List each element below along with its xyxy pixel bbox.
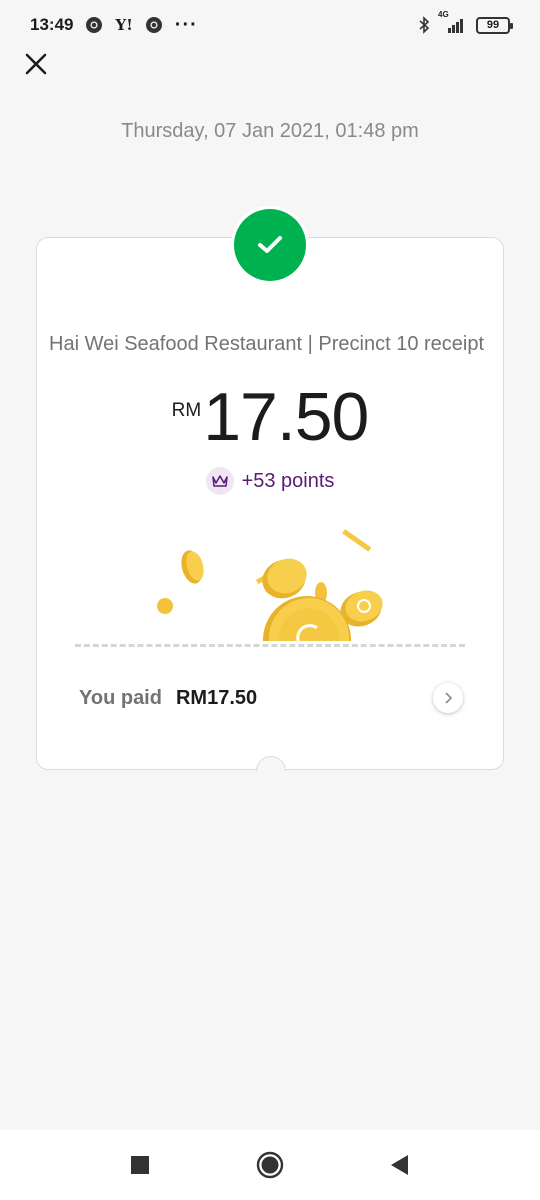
bluetooth-icon [418,16,430,34]
divider [75,644,465,647]
chrome-icon [145,16,163,34]
currency-label: RM [171,400,202,421]
back-triangle-icon [391,1155,408,1175]
paid-label: You paid [79,686,162,709]
chrome-icon [85,16,103,34]
details-chevron-button[interactable] [433,683,463,713]
recents-button[interactable] [120,1145,160,1185]
recents-square-icon [131,1156,149,1174]
crown-icon [205,467,234,495]
points-earned: +53 points [241,469,335,492]
merchant-name: Hai Wei Seafood Restaurant | Precinct 10… [49,333,485,355]
status-bar: 13:49 Y! ··· 4G 99 [0,0,540,50]
status-time: 13:49 [30,15,74,34]
amount-value: 17.50 [203,379,369,455]
success-badge [231,206,309,284]
receipt-card: Hai Wei Seafood Restaurant | Precinct 10… [36,237,504,771]
network-type: 4G [438,10,449,19]
amount-row: RM 17.50 [37,383,503,451]
system-nav-bar [0,1130,540,1200]
battery-icon: 99 [476,16,513,34]
points-row: +53 points [37,467,503,495]
more-dots-icon: ··· [174,13,198,36]
signal-icon: 4G [438,10,466,34]
coins-illustration [149,528,399,641]
paid-value: RM17.50 [175,686,258,709]
check-icon [258,236,282,253]
paid-row[interactable]: You paid RM17.50 [79,683,463,713]
home-button[interactable] [250,1145,290,1185]
close-button[interactable] [20,48,52,80]
yahoo-icon: Y! [115,16,133,34]
back-button[interactable] [380,1145,420,1185]
close-icon [25,53,47,75]
chevron-right-icon [445,692,453,704]
home-circle-icon [256,1151,284,1179]
transaction-date: Thursday, 07 Jan 2021, 01:48 pm [121,120,419,142]
card-notch [256,756,286,771]
